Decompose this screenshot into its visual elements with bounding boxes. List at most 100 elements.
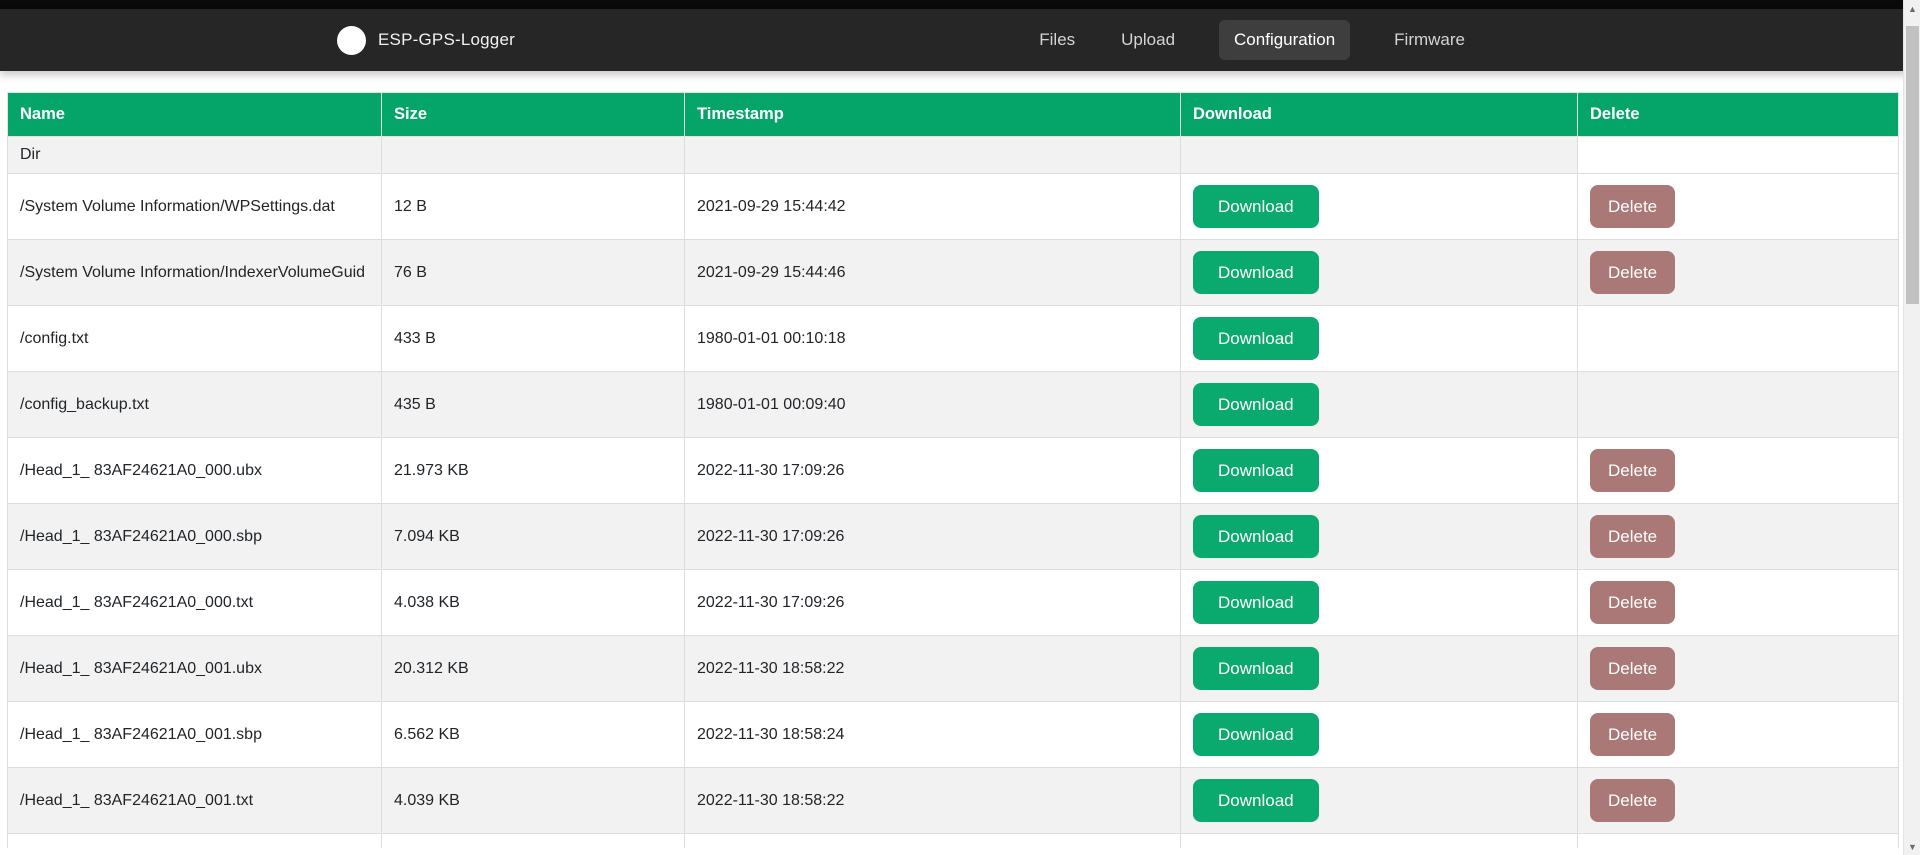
nav-item-files[interactable]: Files	[1037, 20, 1077, 60]
download-button[interactable]: Download	[1193, 581, 1319, 624]
download-cell: Download	[1181, 702, 1578, 768]
file-name-cell: /Head_1_ 83AF24621A0_000.ubx	[8, 438, 382, 504]
table-row: /Head_1_ 83AF24621A0_000.txt4.038 KB2022…	[8, 570, 1899, 636]
file-name-cell: /Head_1_ 83AF24621A0_001.sbp	[8, 702, 382, 768]
download-button[interactable]: Download	[1193, 449, 1319, 492]
download-button[interactable]: Download	[1193, 251, 1319, 294]
table-row: /System Volume Information/IndexerVolume…	[8, 240, 1899, 306]
top-strip	[0, 0, 1920, 9]
file-timestamp-cell: 2022-11-30 17:09:26	[685, 504, 1181, 570]
table-row: /Head_1_ 83AF24621A0_001.ubx20.312 KB202…	[8, 636, 1899, 702]
delete-cell: Delete	[1578, 504, 1899, 570]
file-name-cell: /Head_1_ 83AF24621A0_001.ubx	[8, 636, 382, 702]
file-size-cell: 20.312 KB	[382, 636, 685, 702]
file-name-cell: /Head_1_ 83AF24621A0_000.txt	[8, 570, 382, 636]
scrollbar-thumb[interactable]	[1906, 26, 1919, 304]
table-row: /System Volume Information/WPSettings.da…	[8, 174, 1899, 240]
partial-next-row	[8, 834, 1899, 848]
file-timestamp-cell: 1980-01-01 00:10:18	[685, 306, 1181, 372]
file-name-cell: /Head_1_ 83AF24621A0_001.txt	[8, 768, 382, 834]
delete-cell	[1578, 372, 1899, 438]
download-cell: Download	[1181, 570, 1578, 636]
file-name-cell: /Head_1_ 83AF24621A0_000.sbp	[8, 504, 382, 570]
download-cell: Download	[1181, 768, 1578, 834]
table-row: /Head_1_ 83AF24621A0_000.ubx21.973 KB202…	[8, 438, 1899, 504]
column-header-delete: Delete	[1578, 93, 1899, 137]
filler-cell	[1181, 834, 1578, 848]
delete-cell: Delete	[1578, 702, 1899, 768]
table-row: /config_backup.txt435 B1980-01-01 00:09:…	[8, 372, 1899, 438]
delete-cell: Delete	[1578, 570, 1899, 636]
filler-cell	[685, 834, 1181, 848]
table-row: /Head_1_ 83AF24621A0_000.sbp7.094 KB2022…	[8, 504, 1899, 570]
delete-cell: Delete	[1578, 240, 1899, 306]
download-button[interactable]: Download	[1193, 647, 1319, 690]
vertical-scrollbar[interactable]: ▲ ▼	[1903, 0, 1920, 855]
logo-icon	[337, 26, 366, 55]
delete-button[interactable]: Delete	[1590, 449, 1675, 492]
table-row: Dir	[8, 137, 1899, 174]
nav-item-configuration[interactable]: Configuration	[1219, 20, 1350, 60]
column-header-timestamp: Timestamp	[685, 93, 1181, 137]
download-cell: Download	[1181, 306, 1578, 372]
file-timestamp-cell: 2021-09-29 15:44:46	[685, 240, 1181, 306]
file-name-cell: /config_backup.txt	[8, 372, 382, 438]
download-button[interactable]: Download	[1193, 317, 1319, 360]
download-cell: Download	[1181, 372, 1578, 438]
file-timestamp-cell: 2022-11-30 17:09:26	[685, 438, 1181, 504]
download-button[interactable]: Download	[1193, 185, 1319, 228]
download-cell: Download	[1181, 504, 1578, 570]
delete-cell: Delete	[1578, 768, 1899, 834]
delete-button[interactable]: Delete	[1590, 647, 1675, 690]
delete-cell: Delete	[1578, 636, 1899, 702]
file-timestamp-cell: 1980-01-01 00:09:40	[685, 372, 1181, 438]
file-name-cell: /config.txt	[8, 306, 382, 372]
download-cell: Download	[1181, 636, 1578, 702]
delete-button[interactable]: Delete	[1590, 581, 1675, 624]
file-timestamp-cell: 2022-11-30 17:09:26	[685, 570, 1181, 636]
file-timestamp-cell: 2021-09-29 15:44:42	[685, 174, 1181, 240]
download-cell	[1181, 137, 1578, 174]
file-size-cell: 7.094 KB	[382, 504, 685, 570]
file-size-cell: 4.038 KB	[382, 570, 685, 636]
delete-button[interactable]: Delete	[1590, 515, 1675, 558]
delete-button[interactable]: Delete	[1590, 779, 1675, 822]
navbar-brand[interactable]: ESP-GPS-Logger	[337, 9, 515, 71]
filler-cell	[1578, 834, 1899, 848]
delete-button[interactable]: Delete	[1590, 713, 1675, 756]
download-button[interactable]: Download	[1193, 383, 1319, 426]
download-button[interactable]: Download	[1193, 713, 1319, 756]
delete-button[interactable]: Delete	[1590, 251, 1675, 294]
filler-cell	[8, 834, 382, 848]
nav-item-upload[interactable]: Upload	[1119, 20, 1177, 60]
scrollbar-up-arrow-icon[interactable]: ▲	[1904, 0, 1920, 17]
column-header-download: Download	[1181, 93, 1578, 137]
brand-title: ESP-GPS-Logger	[378, 30, 515, 50]
file-table: Name Size Timestamp Download Delete Dir/…	[7, 92, 1899, 848]
table-row: /Head_1_ 83AF24621A0_001.sbp6.562 KB2022…	[8, 702, 1899, 768]
file-name-cell: /System Volume Information/IndexerVolume…	[8, 240, 382, 306]
download-button[interactable]: Download	[1193, 515, 1319, 558]
file-timestamp-cell: 2022-11-30 18:58:22	[685, 636, 1181, 702]
scrollbar-down-arrow-icon[interactable]: ▼	[1904, 838, 1920, 855]
delete-cell	[1578, 137, 1899, 174]
file-timestamp-cell: 2022-11-30 18:58:22	[685, 768, 1181, 834]
download-button[interactable]: Download	[1193, 779, 1319, 822]
nav-item-firmware[interactable]: Firmware	[1392, 20, 1467, 60]
table-row: /Head_1_ 83AF24621A0_001.txt4.039 KB2022…	[8, 768, 1899, 834]
file-size-cell: 433 B	[382, 306, 685, 372]
file-name-cell: /System Volume Information/WPSettings.da…	[8, 174, 382, 240]
file-size-cell: 4.039 KB	[382, 768, 685, 834]
column-header-name: Name	[8, 93, 382, 137]
nav-items: Files Upload Configuration Firmware	[1037, 9, 1467, 71]
delete-button[interactable]: Delete	[1590, 185, 1675, 228]
delete-cell	[1578, 306, 1899, 372]
file-size-cell: 435 B	[382, 372, 685, 438]
table-header-row: Name Size Timestamp Download Delete	[8, 93, 1899, 137]
download-cell: Download	[1181, 438, 1578, 504]
delete-cell: Delete	[1578, 174, 1899, 240]
file-size-cell	[382, 137, 685, 174]
file-timestamp-cell	[685, 137, 1181, 174]
delete-cell: Delete	[1578, 438, 1899, 504]
file-size-cell: 76 B	[382, 240, 685, 306]
